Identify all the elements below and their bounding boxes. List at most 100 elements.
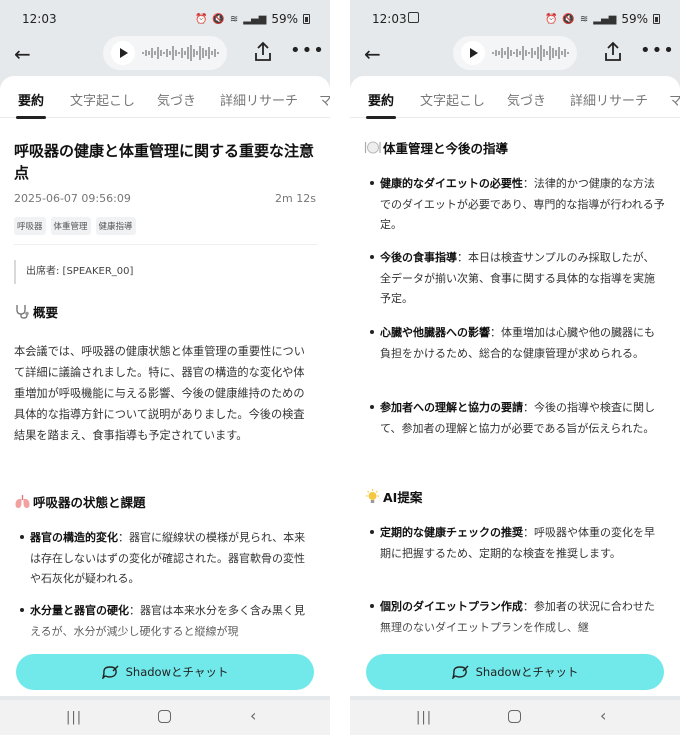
back-arrow-icon[interactable]: ← — [364, 42, 388, 66]
back-arrow-icon[interactable]: ← — [14, 42, 38, 66]
nav-back-icon[interactable]: ‹ — [250, 706, 256, 725]
home-icon[interactable] — [158, 710, 171, 723]
tab-insights[interactable]: 気づき — [507, 90, 546, 109]
bullet-label: 器官の構造的変化 — [30, 531, 118, 544]
list-item: 器官の構造的変化：器官に縦線状の模様が見られ、本来は存在しないはずの変化が確認さ… — [20, 528, 315, 590]
wifi-icon: ≋ — [579, 13, 589, 25]
mute-icon: 🔇 — [212, 13, 225, 25]
system-icons: ⏰ 🔇 ≋ ▂▄▆ 59% — [545, 12, 660, 26]
content-sheet: 要約 文字起こし 気づき 詳細リサーチ マ 体重管理と今後の指導 健康的なダイエ… — [350, 76, 680, 696]
tab-indicator — [366, 116, 396, 119]
share-icon[interactable] — [602, 40, 624, 64]
top-toolbar: ← ••• — [0, 36, 330, 76]
chat-icon — [101, 665, 119, 679]
ai-suggestions-heading: AI提案 — [364, 487, 422, 506]
recording-date: 2025-06-07 09:56:09 — [14, 192, 131, 205]
bullet-label: 今後の食事指導 — [380, 251, 457, 264]
status-time: 12:03 — [372, 12, 407, 26]
ai-suggestions-heading-text: AI提案 — [383, 490, 423, 505]
tag[interactable]: 健康指導 — [95, 217, 136, 235]
list-item: 健康的なダイエットの必要性：法律的かつ健康的な方法でのダイエットが必要であり、専… — [370, 174, 665, 236]
bullet-label: 定期的な健康チェックの推奨 — [380, 526, 523, 539]
chat-button-label: Shadowとチャット — [125, 665, 229, 679]
tab-bar: 要約 文字起こし 気づき 詳細リサーチ マ — [350, 76, 680, 119]
weight-management-heading: 体重管理と今後の指導 — [364, 138, 508, 157]
audio-player[interactable] — [103, 36, 227, 70]
lightbulb-icon — [366, 489, 379, 503]
status-time: 12:03 — [22, 12, 57, 26]
tag[interactable]: 体重管理 — [50, 217, 91, 235]
status-bar: 12:03 ⏰ 🔇 ≋ ▂▄▆ 59% — [0, 0, 330, 38]
chat-with-shadow-button[interactable]: Shadowとチャット — [366, 654, 664, 690]
nav-back-icon[interactable]: ‹ — [600, 706, 606, 725]
alarm-icon: ⏰ — [194, 13, 208, 25]
signal-icon: ▂▄▆ — [593, 13, 617, 25]
tab-research[interactable]: 詳細リサーチ — [220, 90, 298, 109]
chat-icon — [451, 665, 469, 679]
phone-screen-left: 12:03 ⏰ 🔇 ≋ ▂▄▆ 59% ← ••• 要約 文字起こし 気づき 詳… — [0, 0, 330, 735]
summary-content: 呼吸器の健康と体重管理に関する重要な注意点 2025-06-07 09:56:0… — [0, 122, 330, 696]
divider — [14, 244, 318, 245]
battery-icon — [303, 14, 310, 24]
tab-summary[interactable]: 要約 — [18, 90, 44, 109]
tag[interactable]: 呼吸器 — [14, 217, 46, 235]
tab-insights[interactable]: 気づき — [157, 90, 196, 109]
bullet-label: 水分量と器官の硬化 — [30, 604, 129, 617]
bullet-label: 健康的なダイエットの必要性 — [380, 177, 523, 190]
stethoscope-icon — [16, 305, 29, 319]
home-icon[interactable] — [508, 710, 521, 723]
tag-list: 呼吸器 体重管理 健康指導 — [14, 217, 136, 235]
system-nav-bar: ||| ‹ — [350, 700, 680, 735]
recent-apps-icon[interactable]: ||| — [66, 710, 82, 725]
tab-more[interactable]: マ — [319, 90, 330, 109]
respiratory-heading: 呼吸器の状態と課題 — [14, 492, 146, 511]
waveform-icon — [492, 45, 569, 61]
battery-icon — [653, 14, 660, 24]
chat-with-shadow-button[interactable]: Shadowとチャット — [16, 654, 314, 690]
summary-content: 体重管理と今後の指導 健康的なダイエットの必要性：法律的かつ健康的な方法でのダイ… — [350, 122, 680, 696]
gallery-notification-icon — [408, 12, 419, 23]
attendee-label: 出席者: [SPEAKER_00] — [14, 260, 133, 284]
content-sheet: 要約 文字起こし 気づき 詳細リサーチ マ 呼吸器の健康と体重管理に関する重要な… — [0, 76, 330, 696]
audio-player[interactable] — [453, 36, 577, 70]
waveform-icon — [142, 45, 219, 61]
overview-heading-text: 概要 — [33, 305, 59, 320]
tab-more[interactable]: マ — [669, 90, 680, 109]
alarm-icon: ⏰ — [544, 13, 558, 25]
bullet-label: 心臓や他臓器への影響 — [380, 326, 490, 339]
tab-bar: 要約 文字起こし 気づき 詳細リサーチ マ — [0, 76, 330, 119]
tab-summary[interactable]: 要約 — [368, 90, 394, 109]
respiratory-heading-text: 呼吸器の状態と課題 — [33, 495, 146, 510]
system-nav-bar: ||| ‹ — [0, 700, 330, 735]
list-item: 定期的な健康チェックの推奨：呼吸器や体重の変化を早期に把握するため、定期的な検査… — [370, 523, 665, 564]
more-options-icon[interactable]: ••• — [290, 40, 325, 61]
phone-screen-right: 12:03 ⏰ 🔇 ≋ ▂▄▆ 59% ← ••• 要約 文字起こし 気づき 詳… — [350, 0, 680, 735]
mute-icon: 🔇 — [562, 13, 575, 25]
page-title: 呼吸器の健康と体重管理に関する重要な注意点 — [14, 142, 315, 182]
overview-heading: 概要 — [14, 302, 58, 321]
recording-duration: 2m 12s — [275, 192, 316, 205]
status-bar: 12:03 ⏰ 🔇 ≋ ▂▄▆ 59% — [350, 0, 680, 38]
list-item: 心臓や他臓器への影響：体重増加は心臓や他の臓器にも負担をかけるため、総合的な健康… — [370, 323, 665, 364]
tab-research[interactable]: 詳細リサーチ — [570, 90, 648, 109]
tab-indicator — [16, 116, 46, 119]
play-icon[interactable] — [111, 41, 135, 65]
more-options-icon[interactable]: ••• — [640, 40, 675, 61]
plate-icon — [364, 141, 381, 154]
top-toolbar: ← ••• — [350, 36, 680, 76]
play-icon[interactable] — [461, 41, 485, 65]
battery-percent: 59% — [271, 12, 298, 26]
bullet-label: 参加者への理解と協力の要請 — [380, 401, 523, 414]
overview-paragraph: 本会議では、呼吸器の健康状態と体重管理の重要性について詳細に議論されました。特に… — [14, 345, 305, 442]
bullet-label: 個別のダイエットプラン作成 — [380, 600, 523, 613]
share-icon[interactable] — [252, 40, 274, 64]
tab-transcript[interactable]: 文字起こし — [70, 90, 135, 109]
system-icons: ⏰ 🔇 ≋ ▂▄▆ 59% — [195, 12, 310, 26]
tab-transcript[interactable]: 文字起こし — [420, 90, 485, 109]
battery-percent: 59% — [621, 12, 648, 26]
wifi-icon: ≋ — [229, 13, 239, 25]
chat-button-label: Shadowとチャット — [475, 665, 579, 679]
recent-apps-icon[interactable]: ||| — [416, 710, 432, 725]
signal-icon: ▂▄▆ — [243, 13, 267, 25]
lungs-icon — [15, 495, 30, 508]
